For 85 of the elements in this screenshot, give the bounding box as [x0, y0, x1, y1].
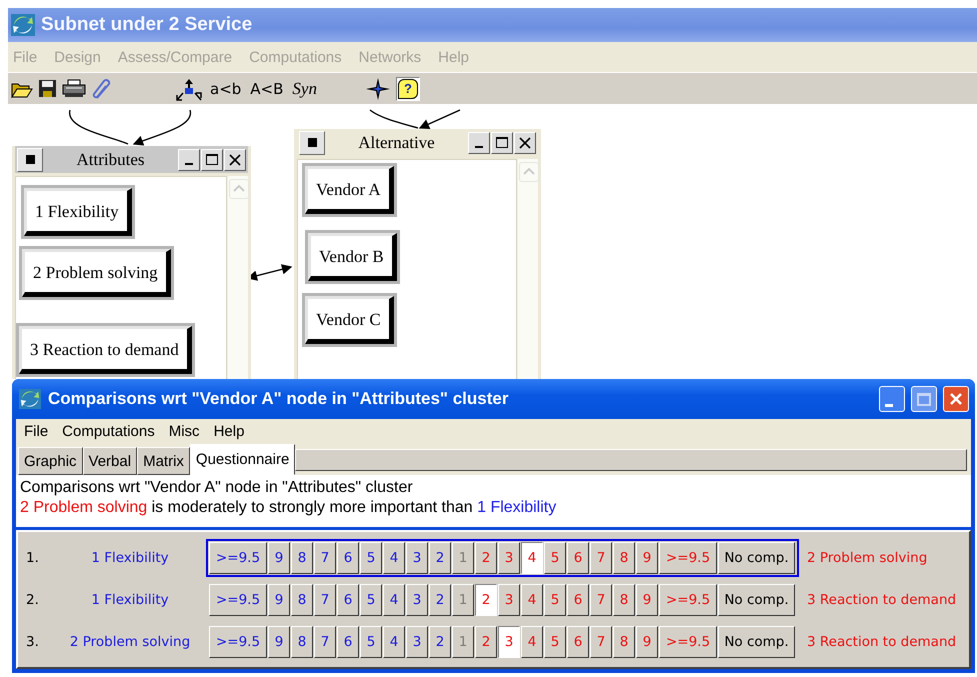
scale-button[interactable]: 4 [383, 584, 405, 616]
scale-button[interactable]: 7 [314, 626, 336, 658]
app-icon [18, 388, 42, 410]
system-menu-button[interactable] [17, 148, 43, 172]
left-item-label: 2 Problem solving [68, 634, 192, 650]
scale-button[interactable]: 2 [429, 542, 451, 574]
minimize-button[interactable] [178, 148, 200, 170]
scale-button[interactable]: 7 [314, 542, 336, 574]
printer-icon[interactable] [62, 79, 86, 98]
left-item-label: 1 Flexibility [90, 550, 170, 566]
menu-item[interactable]: Misc [168, 422, 200, 440]
close-icon [519, 136, 531, 148]
scale-button[interactable]: 4 [383, 626, 405, 658]
tab[interactable]: Verbal [82, 447, 138, 475]
cluster-title: Alternative [357, 132, 436, 152]
comparison-heading: Comparisons wrt "Vendor A" node in "Attributes" cluster [20, 478, 414, 498]
node-button[interactable]: Vendor B [305, 230, 400, 284]
scale-button[interactable]: 2 [475, 584, 497, 616]
help-button[interactable]: ? [396, 76, 420, 100]
maximize-button[interactable] [491, 132, 513, 154]
scale-button[interactable]: >=9.5 [209, 542, 267, 574]
close-icon [949, 392, 963, 406]
toolbar-text-button[interactable]: a<b [210, 80, 242, 98]
scale-button[interactable]: 9 [268, 584, 290, 616]
scale-button[interactable]: 6 [337, 626, 359, 658]
close-button[interactable] [224, 148, 246, 170]
scale-button[interactable]: 5 [360, 584, 382, 616]
app-icon [10, 13, 36, 37]
tab[interactable]: Questionnaire [190, 444, 296, 475]
scale-button[interactable]: 6 [337, 542, 359, 574]
scale-button[interactable]: 7 [314, 584, 336, 616]
toolbar-text-button[interactable]: Syn [292, 78, 317, 98]
scale-button[interactable]: 4 [383, 542, 405, 574]
scrollbar[interactable] [227, 176, 248, 379]
right-item-label: 3 Reaction to demand [806, 592, 956, 608]
node-button[interactable]: Vendor A [302, 163, 397, 217]
scale-button[interactable]: 3 [406, 542, 428, 574]
scale-button[interactable]: No comp. [718, 626, 795, 658]
scale-button[interactable]: >=9.5 [209, 626, 267, 658]
system-menu-button[interactable] [299, 130, 325, 154]
menu-item[interactable]: File [24, 422, 48, 440]
scale-button[interactable]: 6 [337, 584, 359, 616]
row-number: 1. [25, 550, 40, 566]
scale-button[interactable]: 4 [521, 542, 543, 574]
node-button[interactable]: 2 Problem solving [19, 246, 174, 300]
row-number: 3. [25, 634, 40, 650]
node-button[interactable]: 3 Reaction to demand [16, 323, 195, 377]
scale-button[interactable]: 8 [291, 626, 313, 658]
right-item-label: 2 Problem solving [806, 550, 928, 566]
close-button[interactable] [514, 132, 536, 154]
tab[interactable]: Matrix [137, 447, 190, 475]
paperclip-icon[interactable] [91, 78, 113, 100]
right-item-label: 3 Reaction to demand [806, 634, 956, 650]
scale-button[interactable]: >=9.5 [209, 584, 267, 616]
scale-button[interactable]: 3 [406, 626, 428, 658]
row-number: 2. [25, 592, 40, 608]
tab[interactable]: Graphic [18, 447, 83, 475]
close-icon [229, 154, 241, 166]
node-button[interactable]: 1 Flexibility [21, 185, 135, 239]
scale-button[interactable]: 2 [429, 626, 451, 658]
scrollbar[interactable] [517, 159, 538, 379]
menu-item[interactable]: Computations [62, 422, 155, 440]
scale-button[interactable]: 8 [291, 584, 313, 616]
compass-star-icon[interactable] [364, 76, 391, 100]
left-item-label: 1 Flexibility [90, 592, 170, 608]
window-title: Subnet under 2 Service [41, 14, 252, 36]
scale-button[interactable]: 3 [406, 584, 428, 616]
scale-button[interactable]: 9 [268, 542, 290, 574]
node-connect-icon[interactable] [175, 76, 203, 100]
verdict-sentence: 2 Problem solving is moderately to strongly more important than 1 Flexibility [20, 498, 558, 518]
scale-button[interactable]: 8 [291, 542, 313, 574]
minimize-button[interactable] [468, 132, 490, 154]
maximize-button[interactable] [201, 148, 223, 170]
scale-button[interactable]: 9 [268, 626, 290, 658]
toolbar-text-button[interactable]: A<B [250, 80, 284, 98]
menu-item[interactable]: Help [214, 422, 244, 440]
scale-button[interactable]: No comp. [718, 584, 795, 616]
scale-button[interactable]: 5 [360, 626, 382, 658]
scale-button[interactable]: 5 [360, 542, 382, 574]
scale-button[interactable]: No comp. [718, 542, 795, 574]
window-title: Comparisons wrt "Vendor A" node in "Attributes" cluster [48, 389, 510, 409]
cluster-title: Attributes [76, 150, 146, 170]
scale-button[interactable]: 3 [498, 626, 520, 658]
node-button[interactable]: Vendor C [302, 293, 397, 347]
scale-button[interactable]: 2 [429, 584, 451, 616]
